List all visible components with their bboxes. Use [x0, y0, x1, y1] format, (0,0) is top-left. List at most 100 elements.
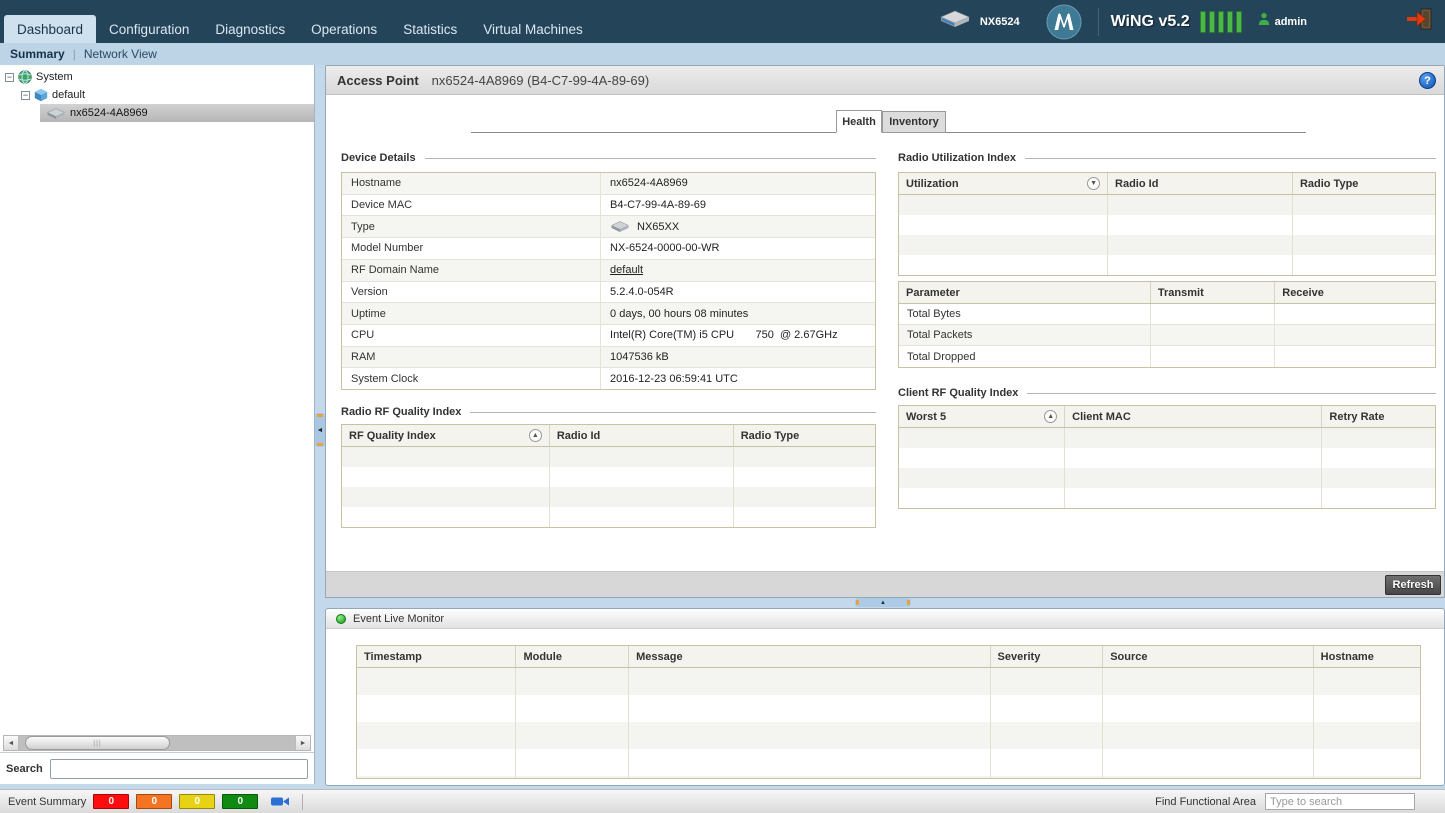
column-header[interactable]: Retry Rate — [1322, 406, 1435, 427]
event-panel-collapse-handle[interactable]: ▲ — [855, 598, 911, 607]
detail-value: 1047536 kB — [601, 347, 875, 368]
detail-value: nx6524-4A8969 — [601, 173, 875, 194]
table-row: Total Bytes — [899, 304, 1435, 325]
traffic-transmit — [1151, 325, 1275, 345]
panel-title: Access Point — [337, 73, 419, 88]
critical-events-badge[interactable]: 0 — [93, 794, 129, 809]
section-title: Radio Utilization Index — [898, 152, 1016, 164]
device-details-table: Hostname nx6524-4A8969 Device MAC B4-C7-… — [341, 172, 876, 390]
sidebar-horizontal-scrollbar[interactable]: ◄ ||| ► — [3, 735, 311, 751]
column-header[interactable]: Message — [629, 646, 990, 667]
column-header[interactable]: Transmit — [1151, 282, 1275, 303]
column-header[interactable]: Module — [516, 646, 629, 667]
table-row: RF Domain Name default — [342, 260, 875, 282]
device-tree-sidebar: − System − default nx6524-4 — [0, 65, 315, 784]
section-device-details: Device Details — [341, 152, 876, 164]
sort-asc-icon[interactable]: ▲ — [529, 429, 542, 442]
column-header[interactable]: Timestamp — [357, 646, 516, 667]
warning-events-badge[interactable]: 0 — [179, 794, 215, 809]
table-header-row: Worst 5▲ Client MAC Retry Rate — [899, 406, 1435, 428]
tab-inventory[interactable]: Inventory — [882, 111, 946, 133]
column-header[interactable]: Radio Type — [734, 425, 875, 446]
scroll-right-icon[interactable]: ► — [295, 736, 310, 750]
motorola-logo-icon — [1046, 4, 1082, 40]
column-header[interactable]: Receive — [1275, 282, 1435, 303]
subnav-network-view[interactable]: Network View — [84, 47, 157, 61]
table-row: Total Packets — [899, 325, 1435, 346]
column-header[interactable]: Parameter — [899, 282, 1151, 303]
column-header[interactable]: Worst 5▲ — [899, 406, 1065, 427]
major-events-badge[interactable]: 0 — [136, 794, 172, 809]
table-body-empty — [899, 195, 1435, 275]
tab-configuration[interactable]: Configuration — [96, 15, 202, 43]
scrollbar-thumb[interactable]: ||| — [25, 736, 170, 750]
tree-item-system[interactable]: − System — [0, 68, 314, 86]
table-body-empty — [342, 447, 875, 527]
column-header[interactable]: Severity — [991, 646, 1104, 667]
section-title: Device Details — [341, 152, 416, 164]
product-name: WiNG v5.2 — [1111, 13, 1190, 31]
status-bar: Event Summary 0 0 0 0 Find Functional Ar… — [0, 789, 1445, 813]
table-row: RAM 1047536 kB — [342, 347, 875, 369]
normal-events-badge[interactable]: 0 — [222, 794, 258, 809]
column-header[interactable]: Client MAC — [1065, 406, 1322, 427]
column-header[interactable]: Radio Type — [1293, 173, 1435, 194]
tab-health[interactable]: Health — [836, 110, 882, 133]
tree-item-default[interactable]: − default — [0, 86, 314, 104]
panel-footer: Refresh — [326, 571, 1444, 597]
detail-value: 2016-12-23 06:59:41 UTC — [601, 368, 875, 389]
tab-dashboard[interactable]: Dashboard — [4, 15, 96, 43]
top-nav-bar: Dashboard Configuration Diagnostics Oper… — [0, 0, 1445, 43]
sidebar-collapse-handle[interactable]: ◄ — [315, 413, 325, 447]
detail-value: NX-6524-0000-00-WR — [601, 238, 875, 259]
tab-diagnostics[interactable]: Diagnostics — [202, 15, 298, 43]
sidebar-search: Search — [0, 752, 314, 784]
tab-operations[interactable]: Operations — [298, 15, 390, 43]
functional-area-search-input[interactable] — [1265, 793, 1415, 810]
column-header[interactable]: Utilization▼ — [899, 173, 1108, 194]
search-input[interactable] — [50, 759, 308, 779]
scroll-left-icon[interactable]: ◄ — [4, 736, 19, 750]
wing-dashboard: Dashboard Configuration Diagnostics Oper… — [0, 0, 1445, 813]
scrollbar-track[interactable]: ||| — [19, 736, 295, 750]
section-radio-rf-quality: Radio RF Quality Index — [341, 406, 876, 418]
traffic-parameter: Total Bytes — [899, 304, 1151, 324]
event-camera-icon[interactable] — [270, 795, 290, 808]
sort-desc-icon[interactable]: ▼ — [1087, 177, 1100, 190]
tree-item-access-point[interactable]: nx6524-4A8969 — [0, 104, 314, 122]
subnav-summary[interactable]: Summary — [10, 47, 65, 61]
controller-device: NX6524 — [938, 9, 1020, 34]
table-row: CPU Intel(R) Core(TM) i5 CPU 750 @ 2.67G… — [342, 325, 875, 347]
column-header[interactable]: Radio Id — [1108, 173, 1293, 194]
collapse-expander-icon[interactable]: − — [21, 91, 30, 100]
column-header[interactable]: Hostname — [1314, 646, 1420, 667]
detail-label: Device MAC — [342, 195, 601, 216]
detail-label: System Clock — [342, 368, 601, 389]
collapse-expander-icon[interactable]: − — [5, 73, 14, 82]
column-header[interactable]: Source — [1103, 646, 1313, 667]
table-row: Type NX65XX — [342, 216, 875, 238]
table-header-row: Timestamp Module Message Severity Source… — [357, 646, 1420, 668]
globe-icon — [18, 70, 32, 84]
help-icon[interactable]: ? — [1419, 72, 1436, 89]
rf-domain-link[interactable]: default — [610, 264, 643, 276]
tab-statistics[interactable]: Statistics — [390, 15, 470, 43]
find-functional-area-label: Find Functional Area — [1155, 796, 1256, 808]
column-header[interactable]: RF Quality Index▲ — [342, 425, 550, 446]
sort-asc-icon[interactable]: ▲ — [1044, 410, 1057, 423]
traffic-receive — [1275, 304, 1435, 324]
detail-value: 0 days, 00 hours 08 minutes — [601, 303, 875, 324]
traffic-parameter: Total Packets — [899, 325, 1151, 345]
detail-label: Hostname — [342, 173, 601, 194]
tree-item-label: System — [36, 71, 73, 83]
main-nav-tabs: Dashboard Configuration Diagnostics Oper… — [4, 15, 596, 43]
status-dot-icon — [336, 614, 346, 624]
logout-icon[interactable] — [1405, 7, 1433, 36]
tab-virtual-machines[interactable]: Virtual Machines — [470, 15, 596, 43]
table-body-empty — [357, 668, 1420, 778]
refresh-button[interactable]: Refresh — [1385, 575, 1441, 595]
access-point-panel: Access Point nx6524-4A8969 (B4-C7-99-4A-… — [325, 65, 1445, 598]
tree-item-label: nx6524-4A8969 — [70, 107, 148, 119]
detail-value: B4-C7-99-4A-89-69 — [601, 195, 875, 216]
column-header[interactable]: Radio Id — [550, 425, 734, 446]
